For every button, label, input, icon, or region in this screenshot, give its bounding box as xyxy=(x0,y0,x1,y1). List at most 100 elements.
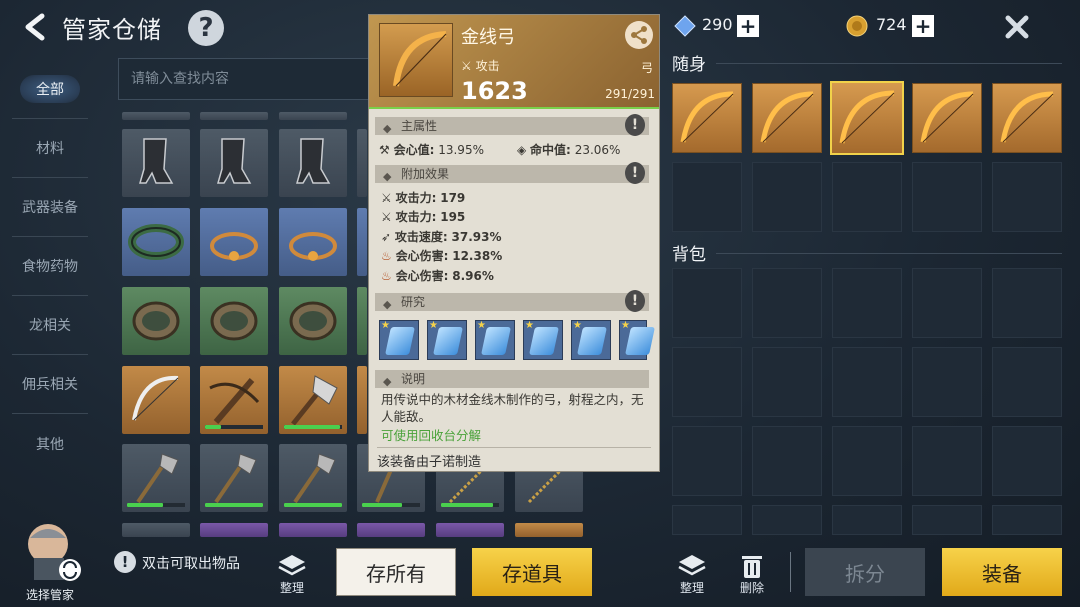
item-bracer[interactable] xyxy=(122,287,190,355)
back-arrow-icon[interactable] xyxy=(20,12,50,42)
item-ring-gold[interactable] xyxy=(279,208,347,276)
bag-slot-empty[interactable] xyxy=(832,347,902,417)
delete-button[interactable]: 删除 xyxy=(732,553,772,596)
item-axe[interactable] xyxy=(279,366,347,434)
item-slot[interactable] xyxy=(279,112,347,120)
bag-slot-empty[interactable] xyxy=(912,505,982,535)
bag-slot-empty[interactable] xyxy=(672,268,742,338)
research-book-icon[interactable]: ★ xyxy=(571,320,611,360)
research-book-icon[interactable]: ★ xyxy=(619,320,647,360)
section-title: 说明 xyxy=(401,372,426,386)
carry-slot-empty[interactable] xyxy=(672,162,742,232)
item-slot[interactable] xyxy=(357,523,425,537)
star-icon: ★ xyxy=(621,320,630,331)
item-crossbow[interactable] xyxy=(200,366,268,434)
help-icon[interactable]: ? xyxy=(188,10,224,46)
carry-slot-bow[interactable] xyxy=(912,83,982,153)
sort-button[interactable]: 整理 xyxy=(272,553,312,596)
sort-bag-button[interactable]: 整理 xyxy=(672,553,712,596)
bag-slot-empty[interactable] xyxy=(992,426,1062,496)
bag-slot-empty[interactable] xyxy=(752,505,822,535)
item-slot[interactable] xyxy=(122,523,190,537)
sidebar-item-label: 武器装备 xyxy=(22,200,78,216)
carry-section-title: 随身 xyxy=(672,55,706,75)
info-icon[interactable]: ! xyxy=(625,114,645,136)
item-axe[interactable] xyxy=(122,444,190,512)
sidebar-item-weapons[interactable]: 武器装备 xyxy=(12,178,88,237)
bag-slot-empty[interactable] xyxy=(912,268,982,338)
sidebar-item-all[interactable]: 全部 xyxy=(12,60,88,119)
item-ring-gold[interactable] xyxy=(200,208,268,276)
carry-slot-empty[interactable] xyxy=(752,162,822,232)
sidebar-item-food[interactable]: 食物药物 xyxy=(12,237,88,296)
research-book-icon[interactable]: ★ xyxy=(523,320,563,360)
split-button[interactable]: 拆分 xyxy=(805,548,925,596)
bag-slot-empty[interactable] xyxy=(912,426,982,496)
research-book-icon[interactable]: ★ xyxy=(427,320,467,360)
sidebar-item-other[interactable]: 其他 xyxy=(12,414,88,473)
info-icon[interactable]: ! xyxy=(625,162,645,184)
bag-slot-empty[interactable] xyxy=(832,505,902,535)
bag-slot-empty[interactable] xyxy=(752,426,822,496)
manager-avatar[interactable] xyxy=(18,516,84,586)
item-slot[interactable] xyxy=(200,112,268,120)
search-input[interactable] xyxy=(119,59,368,99)
add-coins-button[interactable]: + xyxy=(912,15,934,37)
carry-slot-empty[interactable] xyxy=(832,162,902,232)
item-power: 1623 xyxy=(461,77,528,105)
add-gems-button[interactable]: + xyxy=(737,15,759,37)
equip-button[interactable]: 装备 xyxy=(942,548,1062,596)
carry-slot-bow[interactable] xyxy=(752,83,822,153)
item-slot[interactable] xyxy=(357,208,367,276)
item-slot[interactable] xyxy=(279,523,347,537)
item-slot[interactable] xyxy=(436,523,504,537)
item-axe[interactable] xyxy=(279,444,347,512)
item-slot[interactable] xyxy=(357,366,367,434)
item-greaves[interactable] xyxy=(200,129,268,197)
sidebar-item-dragon[interactable]: 龙相关 xyxy=(12,296,88,355)
item-bracer[interactable] xyxy=(279,287,347,355)
bag-slot-empty[interactable] xyxy=(672,347,742,417)
carry-slot-empty[interactable] xyxy=(912,162,982,232)
carry-slot-bow[interactable] xyxy=(992,83,1062,153)
section-title: 附加效果 xyxy=(401,167,450,181)
bag-slot-empty[interactable] xyxy=(992,505,1062,535)
item-greaves[interactable] xyxy=(122,129,190,197)
bag-slot-empty[interactable] xyxy=(832,426,902,496)
bag-slot-empty[interactable] xyxy=(752,347,822,417)
bag-slot-empty[interactable] xyxy=(752,268,822,338)
bag-slot-empty[interactable] xyxy=(992,347,1062,417)
bag-slot-empty[interactable] xyxy=(672,426,742,496)
item-greaves[interactable] xyxy=(279,129,347,197)
store-all-button[interactable]: 存所有 xyxy=(336,548,456,596)
info-icon[interactable]: ! xyxy=(625,290,645,312)
item-slot[interactable] xyxy=(357,129,367,197)
item-bracer[interactable] xyxy=(200,287,268,355)
research-book-icon[interactable]: ★ xyxy=(475,320,515,360)
carry-slot-bow[interactable] xyxy=(672,83,742,153)
store-items-button[interactable]: 存道具 xyxy=(472,548,592,596)
bag-slot-empty[interactable] xyxy=(912,347,982,417)
item-ring-green[interactable] xyxy=(122,208,190,276)
carry-slot-bow-selected[interactable] xyxy=(830,81,904,155)
attr-label: 会心伤害: xyxy=(395,269,449,283)
bag-slot-empty[interactable] xyxy=(832,268,902,338)
carry-slot-empty[interactable] xyxy=(992,162,1062,232)
sidebar-item-materials[interactable]: 材料 xyxy=(12,119,88,178)
item-axe[interactable] xyxy=(200,444,268,512)
attack-label-text: 攻击 xyxy=(475,59,500,73)
item-slot[interactable] xyxy=(357,287,367,355)
close-icon[interactable] xyxy=(1002,12,1032,42)
bag-slot-empty[interactable] xyxy=(992,268,1062,338)
bracer-icon xyxy=(210,301,258,341)
share-icon[interactable] xyxy=(625,21,653,49)
attr-label: 攻击力: xyxy=(395,210,437,224)
search-box[interactable] xyxy=(118,58,368,100)
item-bow[interactable] xyxy=(122,366,190,434)
sidebar-item-mercenary[interactable]: 佣兵相关 xyxy=(12,355,88,414)
item-slot[interactable] xyxy=(515,523,583,537)
research-book-icon[interactable]: ★ xyxy=(379,320,419,360)
bag-slot-empty[interactable] xyxy=(672,505,742,535)
item-slot[interactable] xyxy=(200,523,268,537)
item-slot[interactable] xyxy=(122,112,190,120)
